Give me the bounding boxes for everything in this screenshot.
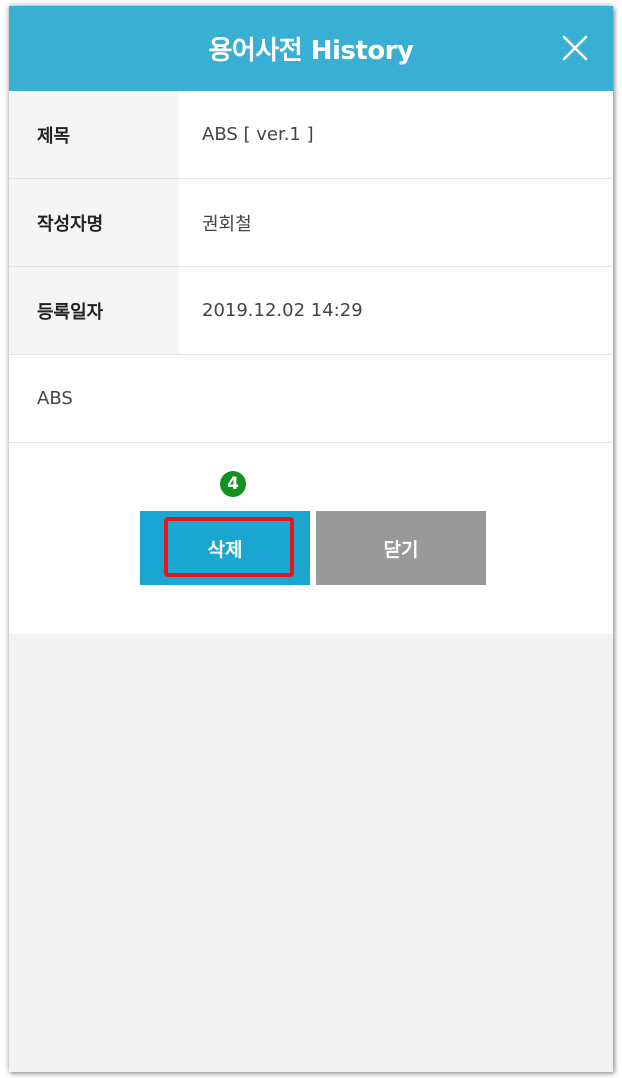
close-button[interactable]	[555, 28, 595, 68]
field-value: 권회철	[202, 213, 252, 235]
close-dialog-button[interactable]: 닫기	[316, 511, 486, 585]
page: 용어사전 History 제목 ABS [ ver.1 ] 작성자명 권회철 등…	[0, 0, 622, 1078]
field-row-title: 제목 ABS [ ver.1 ]	[9, 91, 613, 179]
field-row-date: 등록일자 2019.12.02 14:29	[9, 267, 613, 355]
close-icon	[562, 35, 588, 61]
field-label: 등록일자	[9, 267, 179, 354]
dialog-content: 제목 ABS [ ver.1 ] 작성자명 권회철 등록일자 2019.12.0…	[9, 91, 613, 634]
field-value: 2019.12.02 14:29	[202, 300, 363, 321]
field-label: 작성자명	[9, 179, 179, 266]
delete-button[interactable]: 삭제	[140, 511, 310, 585]
field-label: 제목	[9, 91, 179, 178]
field-row-author: 작성자명 권회철	[9, 179, 613, 267]
dialog-header: 용어사전 History	[9, 6, 613, 91]
field-value: ABS [ ver.1 ]	[202, 124, 314, 145]
history-dialog: 용어사전 History 제목 ABS [ ver.1 ] 작성자명 권회철 등…	[9, 6, 613, 1072]
body-text: ABS	[9, 355, 613, 443]
step-badge: 4	[220, 471, 246, 497]
dialog-title: 용어사전 History	[208, 36, 414, 66]
